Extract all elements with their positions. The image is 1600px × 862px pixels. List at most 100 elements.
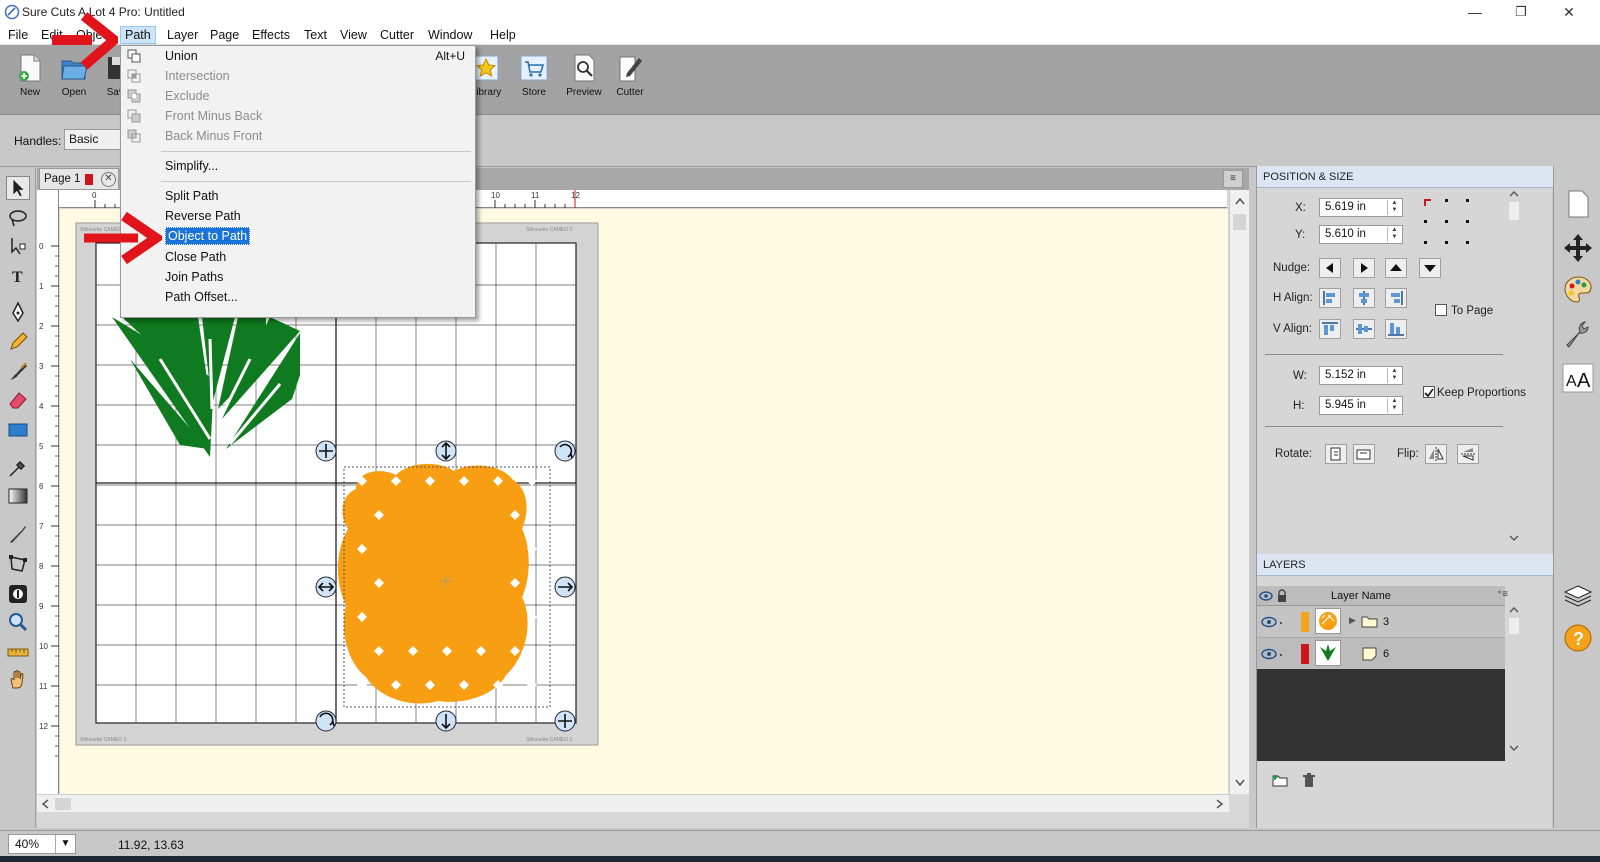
expand-arrow-icon[interactable]: ▶ <box>1349 615 1356 626</box>
wrench-settings-icon[interactable] <box>1562 318 1594 350</box>
menu-cutter[interactable]: Cutter <box>376 26 418 44</box>
close-button[interactable]: ✕ <box>1546 2 1592 22</box>
eyedropper-tool-icon[interactable] <box>6 456 30 480</box>
menu-layer[interactable]: Layer <box>163 26 202 44</box>
brush-tool-icon[interactable] <box>6 360 30 384</box>
preview-button[interactable]: Preview <box>562 53 606 107</box>
layer-row-6[interactable]: 6 <box>1257 638 1505 670</box>
color-palette-icon[interactable] <box>1562 274 1594 306</box>
text-tool-icon[interactable]: T <box>6 264 30 288</box>
width-input[interactable]: 5.152 in ▲ ▼ <box>1319 366 1403 385</box>
cutter-button[interactable]: Cutter <box>608 53 652 107</box>
keep-proportions-checkbox[interactable] <box>1423 386 1435 398</box>
scale-handle-bottom-right[interactable] <box>554 710 576 732</box>
panel-scrollbar[interactable] <box>1507 190 1521 545</box>
align-top-button[interactable] <box>1319 319 1341 339</box>
menu-item-simplify[interactable]: Simplify... <box>121 156 475 176</box>
menu-item-object-to-path[interactable]: Object to Path <box>121 226 475 246</box>
gradient-tool-icon[interactable] <box>6 484 30 508</box>
tab-page-1[interactable]: Page 1 ✕ <box>39 168 119 190</box>
flip-vertical-button[interactable] <box>1457 444 1479 464</box>
rectangle-tool-icon[interactable] <box>6 418 30 442</box>
menu-item-intersection[interactable]: Intersection <box>121 66 475 86</box>
menu-view[interactable]: View <box>336 26 371 44</box>
zoom-tool-icon[interactable] <box>6 610 30 634</box>
horizontal-scrollbar[interactable] <box>37 794 1229 812</box>
layers-stack-icon[interactable] <box>1562 580 1594 612</box>
x-spinner-icon[interactable]: ▲ ▼ <box>1387 200 1401 215</box>
pencil-tool-icon[interactable] <box>6 330 30 354</box>
delete-layer-trash-icon[interactable] <box>1301 772 1317 788</box>
menu-item-join-paths[interactable]: Join Paths <box>121 267 475 287</box>
reference-point-grid[interactable] <box>1423 198 1473 246</box>
nudge-left-button[interactable] <box>1319 258 1341 278</box>
y-input[interactable]: 5.610 in ▲ ▼ <box>1319 225 1403 244</box>
scale-handle-left[interactable] <box>315 576 337 598</box>
nudge-right-button[interactable] <box>1353 258 1375 278</box>
height-spinner-icon[interactable]: ▲ ▼ <box>1387 398 1401 413</box>
menu-item-exclude[interactable]: Exclude <box>121 86 475 106</box>
menu-page[interactable]: Page <box>206 26 243 44</box>
rotate-handle-top-right[interactable] <box>554 440 576 462</box>
chevron-down-icon[interactable]: ▼ <box>55 835 75 853</box>
new-button[interactable]: New <box>8 53 52 107</box>
layer-visibility-eye-icon[interactable] <box>1261 614 1285 630</box>
menu-item-split-path[interactable]: Split Path <box>121 186 475 206</box>
help-question-icon[interactable]: ? <box>1562 622 1594 654</box>
rotate-ccw-button[interactable] <box>1353 444 1375 464</box>
menu-window[interactable]: Window <box>424 26 476 44</box>
shape-edit-icon[interactable] <box>6 552 30 576</box>
node-edit-icon[interactable] <box>6 234 30 258</box>
scale-handle-top[interactable] <box>435 440 457 462</box>
knife-tool-icon[interactable] <box>6 522 30 546</box>
text-style-icon[interactable]: AA <box>1562 362 1594 394</box>
menu-item-close-path[interactable]: Close Path <box>121 247 475 267</box>
add-layer-icon[interactable] <box>1271 772 1289 788</box>
weld-tool-icon[interactable] <box>6 582 30 606</box>
pen-tool-icon[interactable] <box>6 300 30 324</box>
menu-help[interactable]: Help <box>486 26 520 44</box>
scale-handle-bottom[interactable] <box>435 710 457 732</box>
align-middle-v-button[interactable] <box>1353 319 1375 339</box>
y-spinner-icon[interactable]: ▲ ▼ <box>1387 227 1401 242</box>
layers-column-menu-icon[interactable]: ⁺≡ <box>1497 589 1508 600</box>
align-left-button[interactable] <box>1319 288 1341 308</box>
menu-item-union[interactable]: Union Alt+U <box>121 46 475 66</box>
menu-effects[interactable]: Effects <box>248 26 294 44</box>
lasso-select-icon[interactable] <box>6 206 30 230</box>
height-input[interactable]: 5.945 in ▲ ▼ <box>1319 396 1403 415</box>
hand-pan-icon[interactable] <box>6 668 30 692</box>
eraser-tool-icon[interactable] <box>6 388 30 412</box>
menu-text[interactable]: Text <box>300 26 331 44</box>
move-handle-top-left[interactable] <box>315 440 337 462</box>
close-tab-icon[interactable]: ✕ <box>101 172 116 187</box>
ruler-tool-icon[interactable] <box>6 640 30 664</box>
layer-visibility-eye-icon[interactable] <box>1261 646 1285 662</box>
align-bottom-button[interactable] <box>1385 319 1407 339</box>
align-center-h-button[interactable] <box>1353 288 1375 308</box>
menu-path[interactable]: Path <box>120 26 156 44</box>
layer-row-3[interactable]: ▶ 3 <box>1257 606 1505 638</box>
document-page-icon[interactable] <box>1562 188 1594 220</box>
to-page-checkbox[interactable] <box>1435 304 1447 316</box>
rotate-handle-bottom-left[interactable] <box>315 710 337 732</box>
menu-file[interactable]: File <box>4 26 32 44</box>
menu-item-reverse-path[interactable]: Reverse Path <box>121 206 475 226</box>
menu-item-path-offset[interactable]: Path Offset... <box>121 287 475 307</box>
scale-handle-right[interactable] <box>554 576 576 598</box>
width-spinner-icon[interactable]: ▲ ▼ <box>1387 368 1401 383</box>
layers-scrollbar[interactable] <box>1507 606 1521 756</box>
vertical-scrollbar[interactable] <box>1229 190 1249 794</box>
rotate-cw-button[interactable] <box>1325 444 1347 464</box>
move-arrows-icon[interactable] <box>1562 232 1594 264</box>
nudge-down-button[interactable] <box>1419 258 1441 278</box>
zoom-select[interactable]: 40% ▼ <box>8 834 76 854</box>
store-button[interactable]: Store <box>512 53 556 107</box>
align-right-button[interactable] <box>1385 288 1407 308</box>
select-arrow-icon[interactable] <box>6 176 30 200</box>
tab-menu-icon[interactable]: ≡ <box>1223 170 1243 188</box>
flip-horizontal-button[interactable] <box>1425 444 1447 464</box>
menu-item-front-minus-back[interactable]: Front Minus Back <box>121 106 475 126</box>
nudge-up-button[interactable] <box>1385 258 1407 278</box>
x-input[interactable]: 5.619 in ▲ ▼ <box>1319 198 1403 217</box>
